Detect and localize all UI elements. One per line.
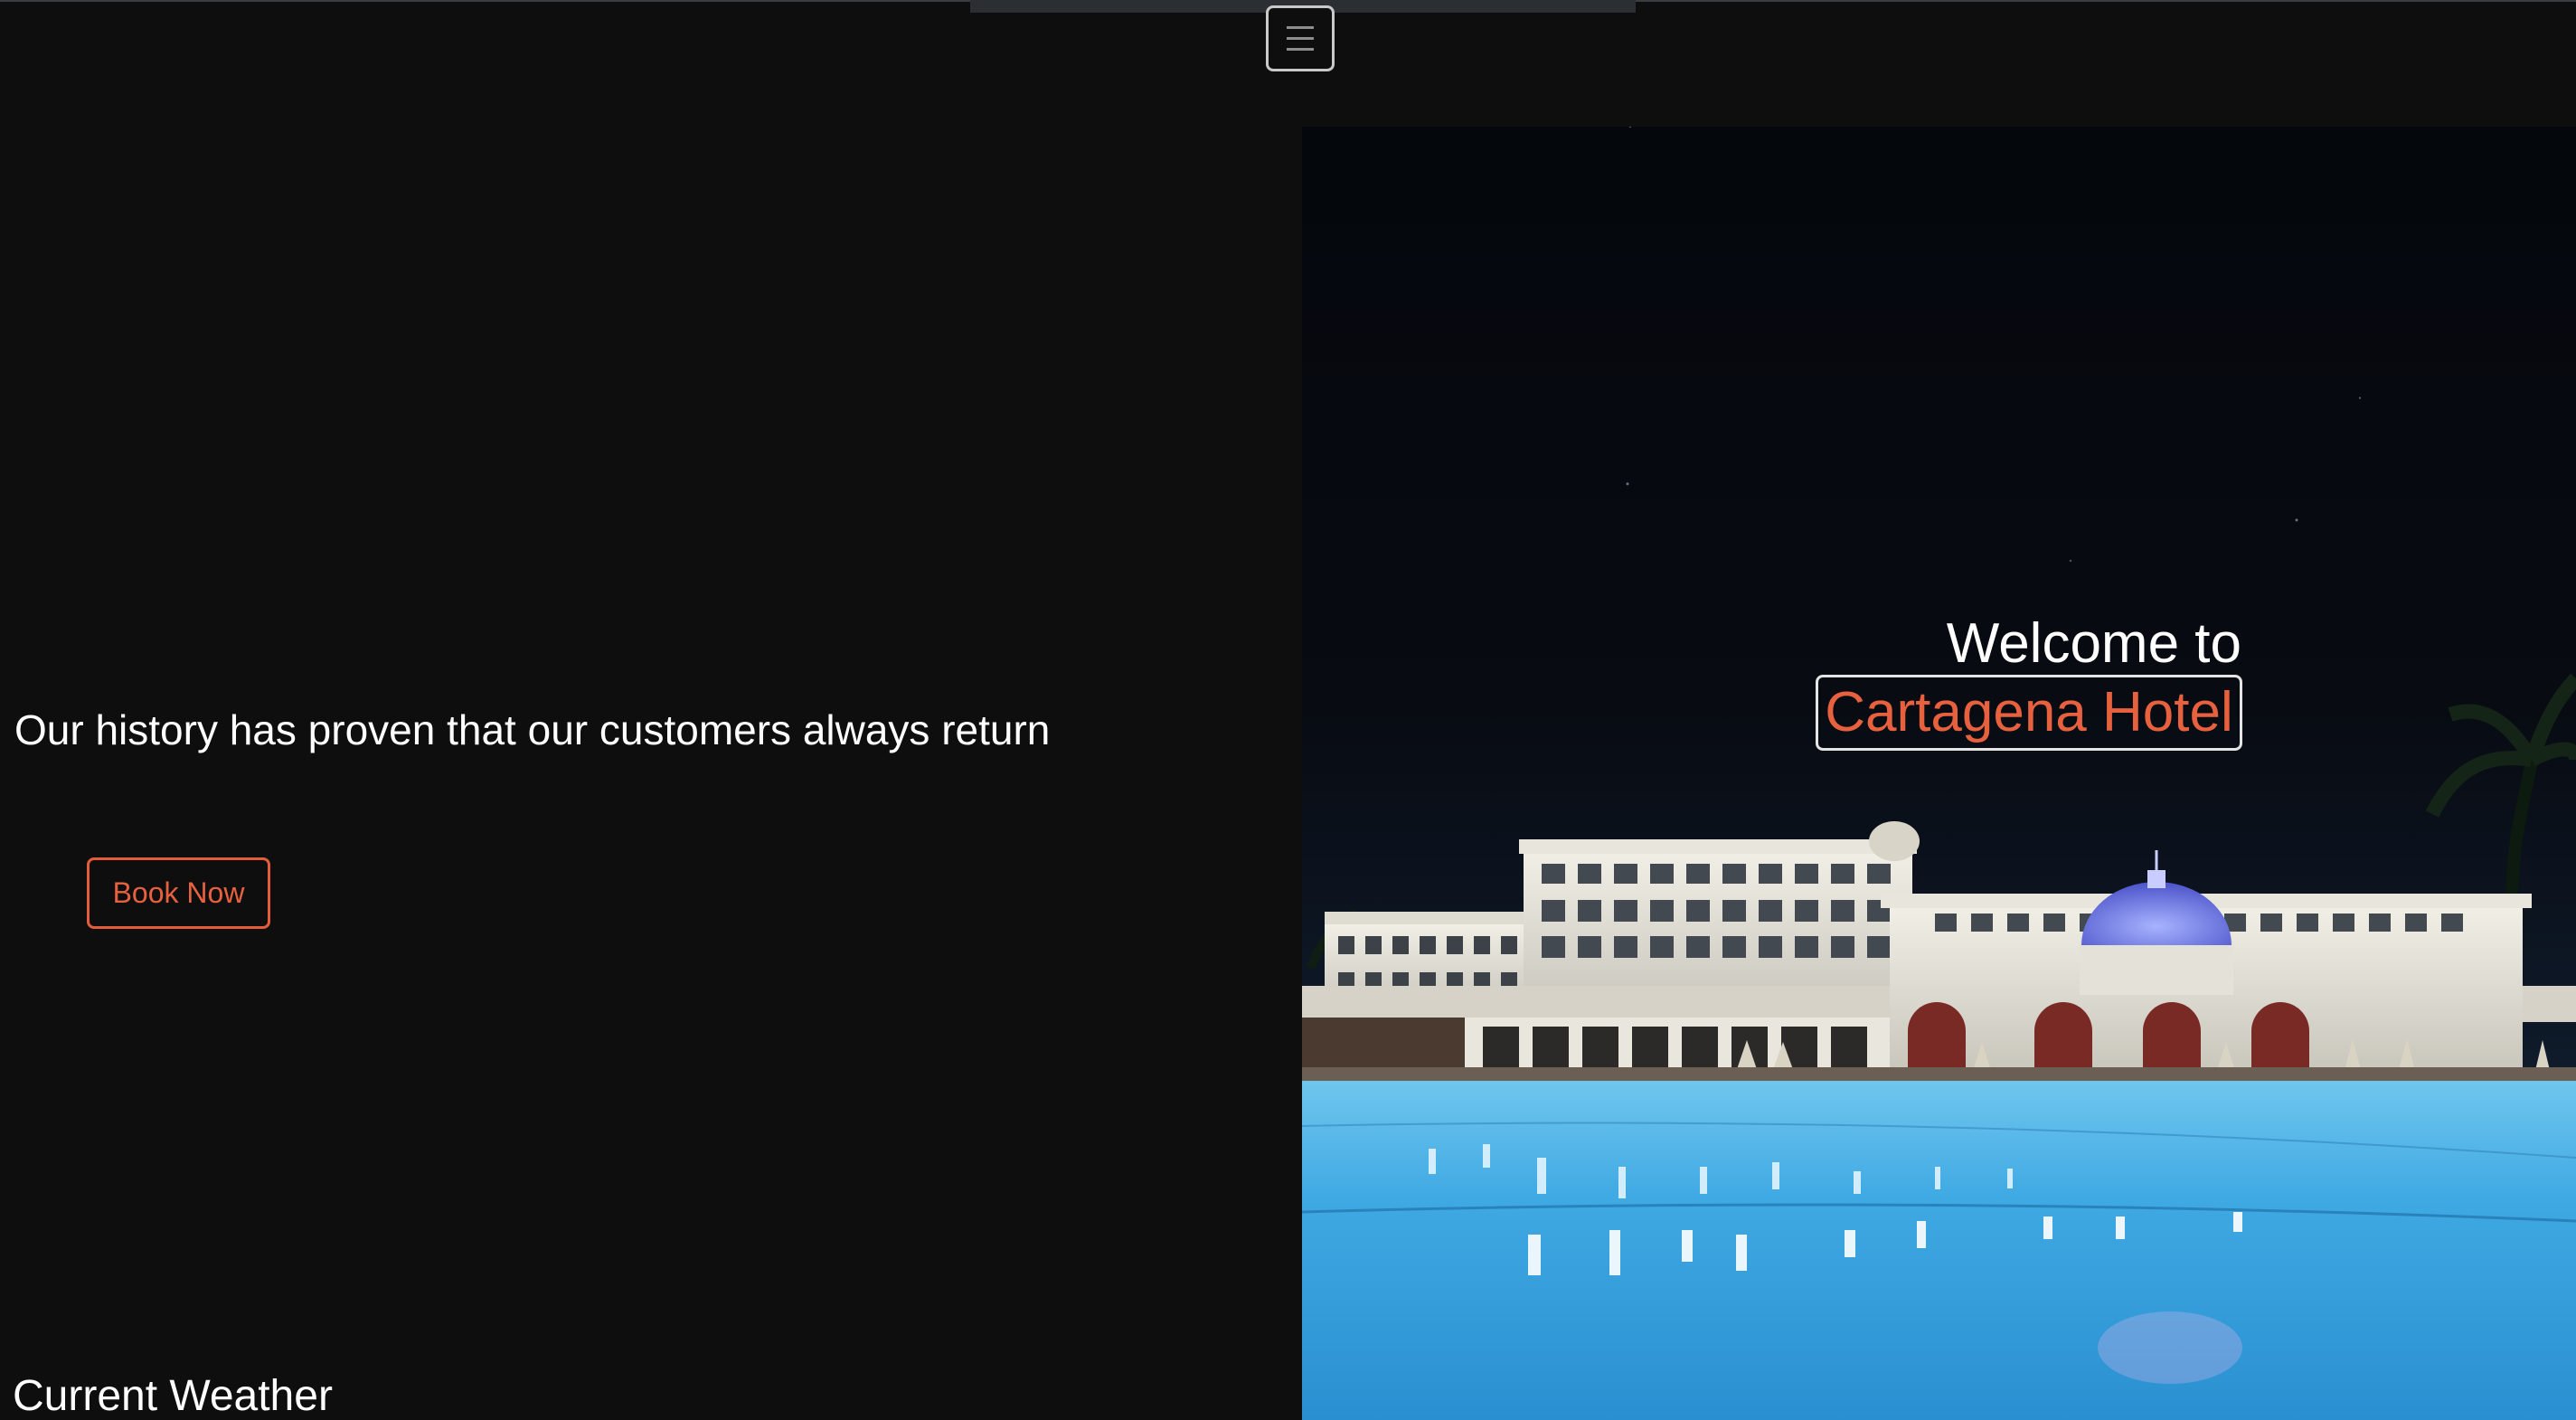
- welcome-text: Welcome to: [1946, 612, 2241, 675]
- hamburger-menu-icon: [1287, 26, 1314, 51]
- hero-tagline: Our history has proven that our customer…: [14, 706, 1051, 753]
- book-now-button[interactable]: Book Now: [87, 857, 270, 929]
- hotel-name-title: Cartagena Hotel: [1816, 675, 2242, 751]
- menu-toggle-button[interactable]: [1266, 5, 1335, 71]
- current-weather-heading: Current Weather: [13, 1372, 333, 1420]
- page: Our history has proven that our customer…: [0, 0, 2576, 1420]
- hotel-pool-night-image: [1302, 127, 2576, 1420]
